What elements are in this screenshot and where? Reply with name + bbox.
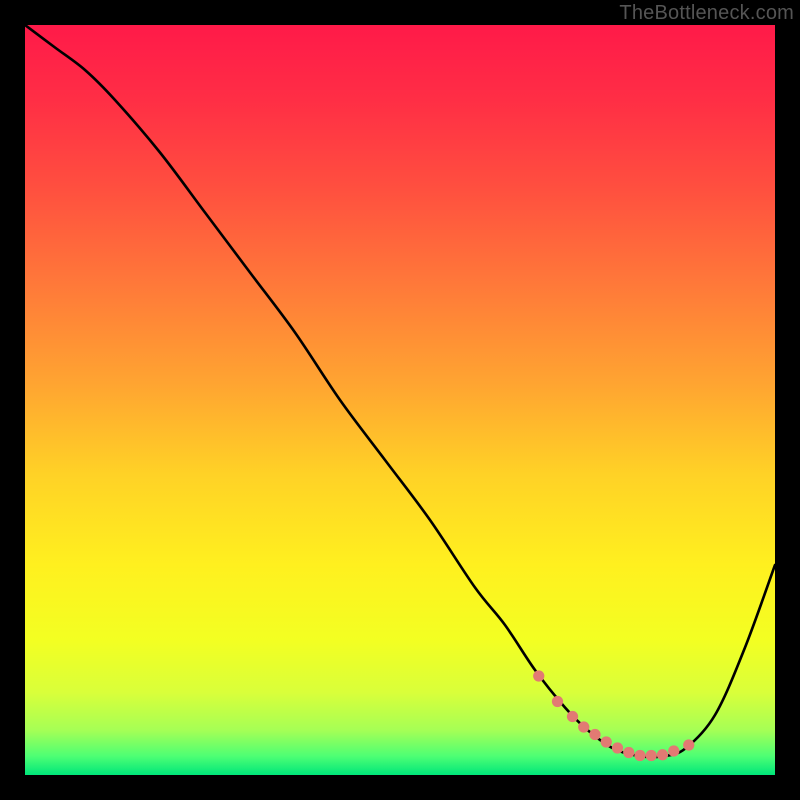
valley-marker <box>646 750 657 761</box>
valley-marker <box>578 721 589 732</box>
valley-marker <box>533 670 544 681</box>
valley-marker <box>567 711 578 722</box>
valley-marker <box>552 696 563 707</box>
plot-area <box>25 25 775 775</box>
chart-svg <box>25 25 775 775</box>
valley-marker <box>589 729 600 740</box>
bottleneck-curve <box>25 25 775 757</box>
valley-marker <box>612 742 623 753</box>
valley-marker <box>657 749 668 760</box>
valley-marker <box>634 750 645 761</box>
chart-frame: TheBottleneck.com <box>0 0 800 800</box>
valley-marker <box>683 739 694 750</box>
watermark-text: TheBottleneck.com <box>619 2 794 25</box>
valley-markers-group <box>533 670 694 761</box>
valley-marker <box>601 736 612 747</box>
valley-marker <box>623 747 634 758</box>
valley-marker <box>668 745 679 756</box>
